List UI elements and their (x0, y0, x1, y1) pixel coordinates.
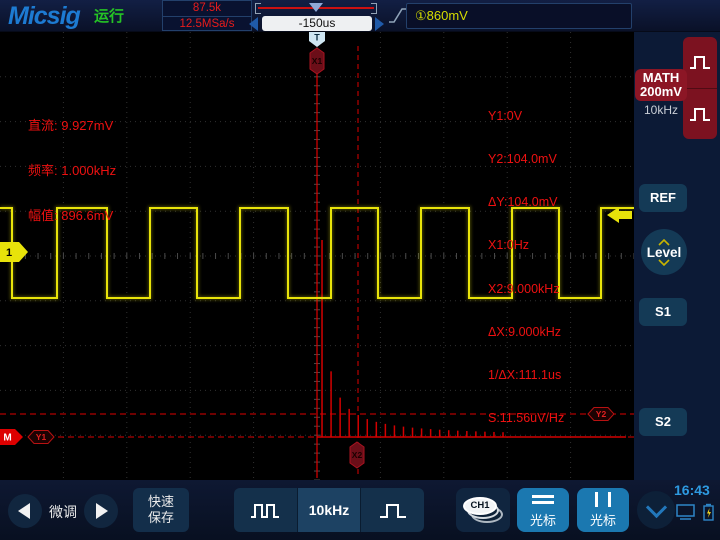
menu-collapse-button[interactable] (637, 491, 675, 529)
channel-badge: CH1 (463, 497, 503, 523)
left-triangle-icon (18, 503, 30, 519)
channel-select-button[interactable]: CH1 (456, 488, 510, 532)
trigger-position-thumb[interactable] (309, 3, 323, 12)
scope-screen[interactable]: T X1 X2 Y1 Y2 1 M 直流: 9.927mV 频率: 1.000kHz 幅值:… (0, 32, 635, 481)
s2-button[interactable]: S2 (639, 408, 687, 436)
fine-tune-label: 微调 (49, 504, 77, 520)
fine-tune-left-button[interactable] (8, 494, 42, 528)
svg-text:T: T (314, 33, 320, 43)
auto-measurements: 直流: 9.927mV 频率: 1.000kHz 幅值: 896.6mV (28, 88, 116, 253)
fine-tune-right-button[interactable] (84, 494, 118, 528)
ch1-position-marker (0, 242, 28, 262)
measure-dc: 直流: 9.927mV (28, 118, 114, 133)
quick-save-line2: 保存 (147, 510, 174, 525)
pulse-train-button[interactable] (234, 488, 297, 532)
vertical-cursor-button[interactable]: 光标 (577, 488, 629, 532)
cursor-readout: Y1:0V Y2:104.0mV ΔY:104.0mV X1:0Hz X2:9.… (488, 80, 564, 455)
svg-text:Y1: Y1 (36, 432, 47, 442)
cursor-x2: X2:9.000kHz (488, 281, 560, 296)
vertical-bars-icon (595, 491, 611, 507)
system-icons (676, 503, 715, 521)
waveform-mode-control: 10kHz (234, 488, 424, 532)
measure-frequency: 频率: 1.000kHz (28, 163, 117, 178)
quick-save-button[interactable]: 快速 保存 (133, 488, 189, 532)
ref-button[interactable]: REF (639, 184, 687, 212)
single-pulse-icon (379, 504, 406, 518)
measure-amplitude: 幅值: 896.6mV (28, 208, 114, 223)
level-button[interactable]: Level (641, 229, 687, 275)
pulse-icon (690, 56, 710, 70)
s1-button[interactable]: S1 (639, 298, 687, 326)
right-sidebar: MATH 200mV 10kHz REF Level S1 S2 (634, 32, 720, 480)
svg-text:M: M (3, 433, 11, 444)
pulse-icon (690, 107, 710, 121)
frequency-display[interactable]: 10kHz (296, 488, 362, 532)
svg-text:X2: X2 (352, 450, 363, 460)
math-channel-badge[interactable]: MATH 200mV (635, 69, 687, 101)
chevron-down-icon (658, 258, 670, 266)
cursor-inv-dx: 1/ΔX:111.1us (488, 368, 562, 383)
cursor-y1: Y1:0V (488, 108, 523, 123)
svg-text:1: 1 (6, 247, 12, 259)
single-pulse-button[interactable] (361, 488, 424, 532)
pulse-train-icon (251, 504, 280, 518)
horizontal-cursor-button[interactable]: 光标 (517, 488, 569, 532)
horizontal-position-slider[interactable] (255, 3, 377, 14)
pulse-up-button[interactable] (683, 37, 717, 89)
trigger-level-readout[interactable]: ①860mV (406, 3, 632, 29)
top-status-bar: Micsig 运行 87.5k 12.5MSa/s -150us ①860mV (0, 0, 720, 32)
quick-save-line1: 快速 (147, 494, 174, 509)
h-cursor-label: 光标 (529, 512, 556, 528)
svg-text:X1: X1 (312, 56, 323, 66)
cursor-s: S:11.56uV/Hz (488, 411, 565, 426)
math-scale: 200mV (640, 84, 682, 99)
display-icon (676, 503, 695, 520)
battery-icon (703, 503, 714, 521)
channel-label: CH1 (463, 497, 497, 515)
wave-select-panel[interactable] (683, 37, 717, 139)
pulse-down-button[interactable] (683, 89, 717, 140)
chevron-down-icon (645, 496, 667, 518)
brand-logo: Micsig (8, 2, 81, 30)
cursor-y2: Y2:104.0mV (488, 152, 557, 167)
bottom-toolbar: 微调 快速 保存 10kHz CH1 光标 光标 16:43 (0, 480, 720, 540)
position-left-arrow[interactable] (249, 17, 258, 31)
sample-depth: 87.5k (163, 1, 251, 17)
math-frequency: 10kHz (643, 103, 678, 117)
cursor-dx: ΔX:9.000kHz (488, 324, 561, 339)
horizontal-position-value[interactable]: -150us (262, 16, 372, 31)
sample-rate: 12.5MSa/s (179, 18, 235, 30)
acquisition-stats: 87.5k 12.5MSa/s (162, 0, 252, 31)
run-status: 运行 (94, 8, 125, 25)
right-triangle-icon (96, 503, 108, 519)
math-label: MATH (642, 70, 680, 85)
cursor-x1: X1:0Hz (488, 238, 529, 253)
svg-text:Y2: Y2 (596, 409, 607, 419)
horizontal-bars-icon (532, 492, 554, 507)
clock: 16:43 (674, 482, 710, 498)
v-cursor-label: 光标 (589, 512, 616, 528)
level-label: Level (646, 244, 682, 260)
position-right-arrow[interactable] (375, 17, 384, 31)
cursor-dy: ΔY:104.0mV (488, 195, 558, 210)
